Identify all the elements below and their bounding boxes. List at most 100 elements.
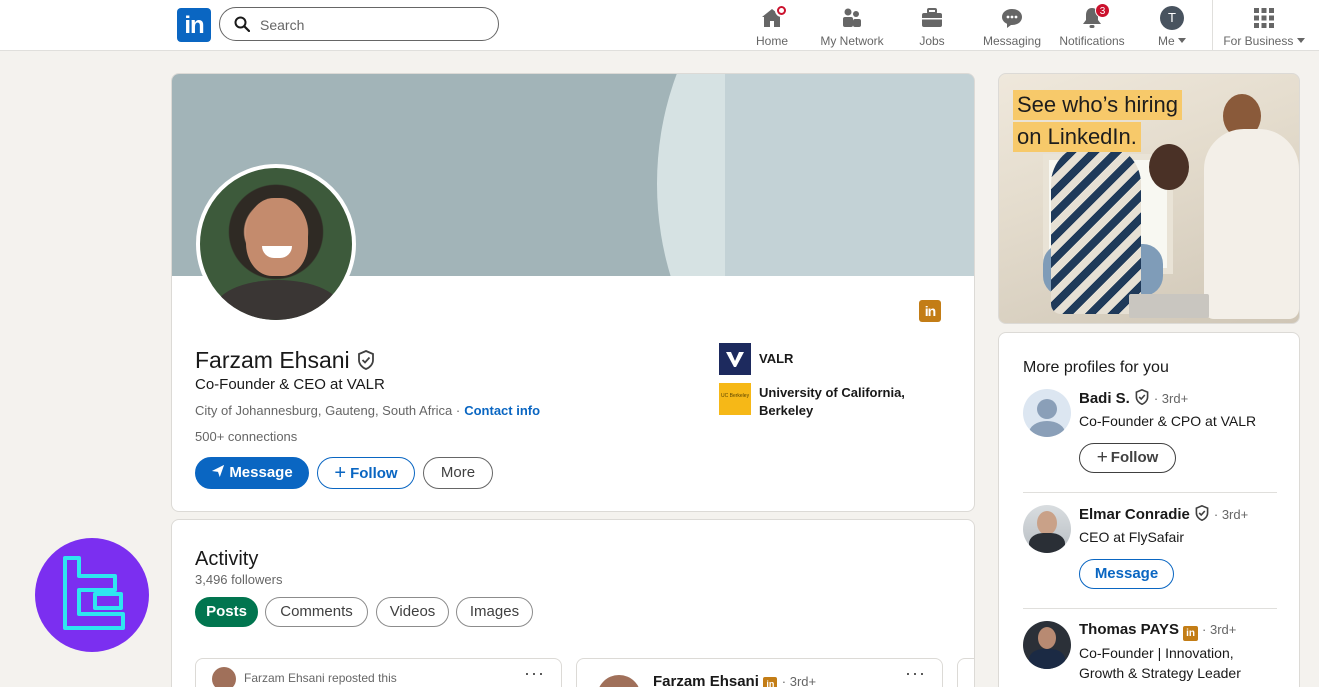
nav-me[interactable]: T Me (1150, 3, 1194, 49)
nav-label-me: Me (1150, 34, 1194, 48)
author-avatar (597, 675, 641, 687)
avatar[interactable] (1023, 621, 1071, 669)
photo-shirt (1029, 533, 1065, 553)
avatar[interactable] (1023, 505, 1071, 553)
search-input[interactable] (260, 15, 480, 35)
messaging-icon (1000, 6, 1024, 30)
chevron-down-icon (1178, 38, 1186, 43)
more-options-icon[interactable]: ··· (524, 663, 545, 684)
premium-linkedin-icon: in (919, 300, 941, 322)
network-icon (840, 6, 864, 30)
profile-suggestion: Elmar Conradie · 3rd+ CEO at FlySafair Me… (1023, 505, 1279, 595)
suggestion-headline: Co-Founder | Innovation, Growth & Strate… (1079, 645, 1241, 681)
me-avatar: T (1160, 6, 1184, 30)
profile-headline: Co-Founder & CEO at VALR (195, 376, 385, 393)
tab-posts[interactable]: Posts (195, 597, 258, 627)
more-button-label: More (440, 464, 476, 481)
premium-linkedin-icon: in (1183, 626, 1199, 641)
profile-card: in Farzam Ehsani Co-Founder & CEO at VAL… (171, 73, 975, 512)
connections-count[interactable]: 500+ connections (195, 429, 297, 444)
nav-messaging[interactable]: Messaging (980, 3, 1044, 49)
divider (1023, 492, 1277, 493)
placeholder-person-icon (1037, 399, 1057, 419)
message-button[interactable]: Message (195, 457, 309, 489)
suggestion-degree: · 3rd+ (1153, 391, 1189, 406)
more-button[interactable]: More (423, 457, 493, 489)
nav-jobs[interactable]: Jobs (912, 3, 952, 49)
suggestion-name-row: Elmar Conradie · 3rd+ (1079, 505, 1248, 523)
profile-photo[interactable] (196, 164, 356, 324)
nav-label: Me (1157, 34, 1175, 48)
education-school[interactable]: University of California, Berkeley (759, 384, 919, 420)
post-card[interactable]: Farzam Ehsani reposted this ··· (195, 658, 562, 687)
activity-card: Activity 3,496 followers Posts Comments … (171, 519, 975, 687)
profile-suggestion: Thomas PAYS in · 3rd+ Co-Founder | Innovat… (1023, 621, 1279, 687)
experience-company[interactable]: VALR (759, 350, 793, 368)
suggestion-degree: · 3rd+ (1202, 622, 1237, 637)
suggestion-name[interactable]: Elmar Conradie (1079, 506, 1190, 523)
follow-button-label: Follow (1110, 449, 1159, 466)
nav-label: For Business (1223, 34, 1294, 48)
suggestion-name[interactable]: Thomas PAYS (1079, 621, 1179, 638)
chevron-down-icon (1296, 38, 1305, 43)
divider (1023, 608, 1277, 609)
nav-label: Jobs (919, 34, 945, 48)
nav-my-network[interactable]: My Network (816, 3, 888, 49)
bell-icon: 3 (1080, 3, 1110, 30)
more-profiles-title: More profiles for you (1023, 359, 1169, 376)
contact-info-link[interactable]: Contact info (464, 403, 540, 418)
uc-berkeley-logo[interactable]: UC Berkeley (719, 383, 751, 415)
activity-title: Activity (195, 548, 259, 570)
follow-button[interactable]: + Follow (1079, 443, 1176, 473)
post-author[interactable]: Farzam Ehsani (653, 673, 759, 687)
verified-shield-icon (1195, 505, 1209, 521)
plus-icon: + (1096, 447, 1108, 468)
grid-icon (1252, 6, 1276, 30)
placeholder-person-icon (1029, 421, 1065, 437)
send-icon (212, 464, 225, 478)
profile-suggestion: Badi S. · 3rd+ Co-Founder & CPO at VALR +… (1023, 389, 1279, 479)
more-options-icon[interactable]: ··· (905, 663, 926, 684)
banner-shape (725, 74, 974, 276)
nav-label: My Network (820, 34, 884, 48)
suggestion-headline: Co-Founder & CPO at VALR (1079, 413, 1257, 429)
verified-shield-icon (1135, 389, 1149, 405)
more-profiles-card: More profiles for you Badi S. · 3rd+ Co-F… (998, 332, 1300, 687)
top-nav: in Home My Network Jobs Messaging 3 (0, 0, 1319, 51)
avatar: T (1160, 6, 1184, 30)
search-box[interactable] (219, 7, 499, 41)
ad-figure (1149, 144, 1189, 190)
ad-laptop (1129, 294, 1209, 318)
message-button-label: Message (229, 464, 293, 481)
verified-shield-icon[interactable] (356, 350, 376, 370)
linkedin-logo[interactable]: in (177, 8, 211, 42)
valr-logo[interactable] (719, 343, 751, 375)
follow-button-label: Follow (350, 465, 398, 482)
profile-location-row: City of Johannesburg, Gauteng, South Afr… (195, 403, 540, 418)
tab-videos[interactable]: Videos (376, 597, 449, 627)
follow-button[interactable]: + Follow (317, 457, 415, 489)
post-card[interactable]: Farzam Ehsani in · 3rd+ ··· (576, 658, 943, 687)
hiring-ad[interactable]: See who’s hiring on LinkedIn. (998, 73, 1300, 324)
message-button[interactable]: Message (1079, 559, 1174, 589)
suggestion-headline: CEO at FlySafair (1079, 529, 1185, 545)
post-card[interactable] (957, 658, 974, 687)
nav-home[interactable]: Home (752, 3, 792, 49)
post-author-degree: · 3rd+ (781, 674, 817, 687)
profile-name: Farzam Ehsani (195, 347, 350, 373)
ad-figure (1204, 129, 1299, 319)
nav-label-business: For Business (1222, 34, 1306, 48)
suggestion-name-row: Thomas PAYS in · 3rd+ (1079, 621, 1236, 641)
ad-headline-line1: See who’s hiring (1013, 90, 1183, 120)
ad-headline-line2: on LinkedIn. (1013, 122, 1141, 152)
tab-images[interactable]: Images (456, 597, 533, 627)
premium-linkedin-icon: in (763, 677, 778, 687)
nav-notifications[interactable]: 3 Notifications (1056, 3, 1128, 49)
profile-name-row: Farzam Ehsani (195, 347, 376, 374)
suggestion-name[interactable]: Badi S. (1079, 390, 1130, 407)
avatar[interactable] (1023, 389, 1071, 437)
followers-count: 3,496 followers (195, 572, 283, 587)
nav-for-business[interactable]: For Business (1222, 3, 1306, 49)
watermark-logo (35, 538, 149, 652)
tab-comments[interactable]: Comments (265, 597, 368, 627)
